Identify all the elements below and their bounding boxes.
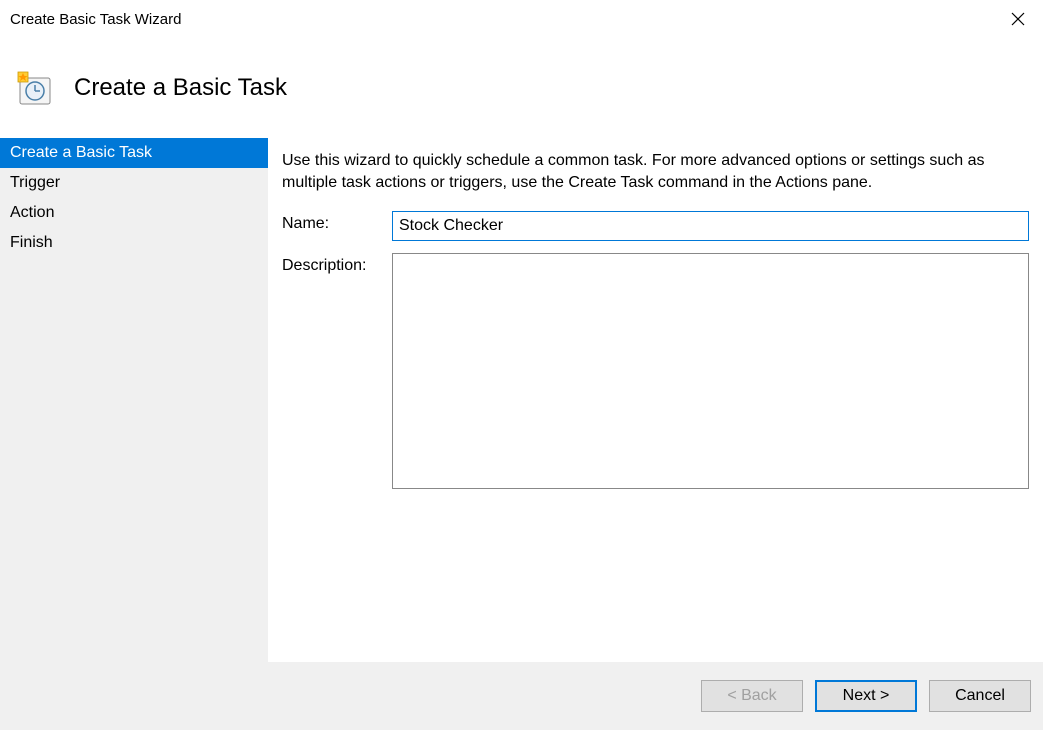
window-title: Create Basic Task Wizard: [10, 11, 181, 28]
sidebar-item-label: Create a Basic Task: [10, 144, 152, 161]
task-scheduler-icon: [14, 68, 54, 108]
sidebar-item-create-basic-task[interactable]: Create a Basic Task: [0, 138, 268, 168]
sidebar-item-trigger[interactable]: Trigger: [0, 168, 268, 198]
sidebar-item-label: Trigger: [10, 174, 60, 191]
back-button-label: < Back: [727, 687, 776, 705]
wizard-header: Create a Basic Task: [0, 38, 1043, 138]
description-label: Description:: [282, 253, 392, 275]
close-icon: [1011, 12, 1025, 26]
sidebar-item-label: Action: [10, 204, 54, 221]
back-button: < Back: [701, 680, 803, 712]
sidebar-item-label: Finish: [10, 234, 53, 251]
next-button[interactable]: Next >: [815, 680, 917, 712]
sidebar-item-action[interactable]: Action: [0, 198, 268, 228]
name-input[interactable]: [392, 211, 1029, 241]
close-button[interactable]: [993, 0, 1043, 38]
cancel-button[interactable]: Cancel: [929, 680, 1031, 712]
titlebar: Create Basic Task Wizard: [0, 0, 1043, 38]
main-panel: Use this wizard to quickly schedule a co…: [268, 138, 1043, 662]
description-input[interactable]: [392, 253, 1029, 489]
wizard-footer: < Back Next > Cancel: [0, 662, 1043, 730]
wizard-sidebar: Create a Basic Task Trigger Action Finis…: [0, 138, 268, 662]
instruction-text: Use this wizard to quickly schedule a co…: [282, 150, 1029, 195]
name-row: Name:: [282, 211, 1029, 241]
cancel-button-label: Cancel: [955, 687, 1005, 705]
name-label: Name:: [282, 211, 392, 233]
description-row: Description:: [282, 253, 1029, 489]
wizard-title: Create a Basic Task: [74, 74, 287, 102]
sidebar-item-finish[interactable]: Finish: [0, 228, 268, 258]
next-button-label: Next >: [843, 687, 890, 705]
content-area: Create a Basic Task Trigger Action Finis…: [0, 138, 1043, 662]
